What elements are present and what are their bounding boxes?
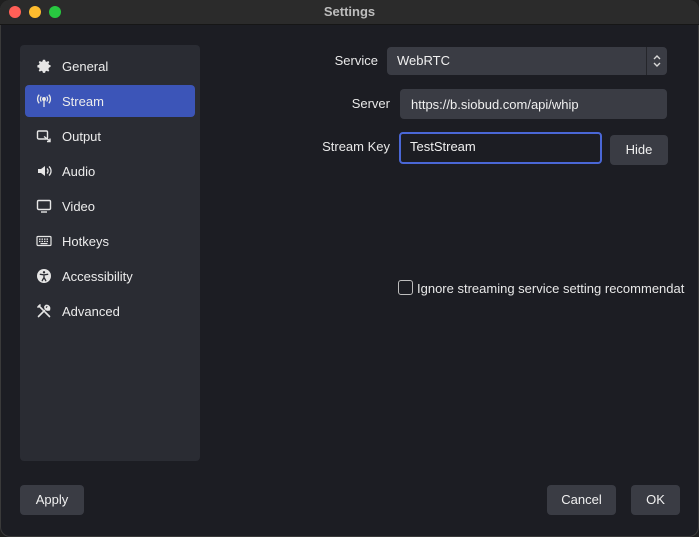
sidebar-item-accessibility[interactable]: Accessibility <box>25 260 195 292</box>
sidebar-item-label: Accessibility <box>62 268 133 284</box>
stream-key-label: Stream Key <box>322 139 390 154</box>
ignore-recommendations-label: Ignore streaming service setting recomme… <box>417 281 685 296</box>
title-bar: Settings <box>0 0 699 25</box>
accessibility-icon <box>35 267 53 285</box>
stream-key-input[interactable]: TestStream <box>399 132 602 164</box>
keyboard-icon <box>35 232 53 250</box>
sidebar-item-label: Hotkeys <box>62 233 109 249</box>
sidebar-item-label: Stream <box>62 93 104 109</box>
sidebar-item-advanced[interactable]: Advanced <box>25 295 195 327</box>
service-select[interactable]: WebRTC <box>387 47 667 75</box>
server-input[interactable]: https://b.siobud.com/api/whip <box>400 89 667 119</box>
server-label: Server <box>351 96 390 111</box>
service-value: WebRTC <box>397 53 450 68</box>
sidebar-item-output[interactable]: Output <box>25 120 195 152</box>
sidebar-item-hotkeys[interactable]: Hotkeys <box>25 225 195 257</box>
service-label: Service <box>334 53 378 68</box>
settings-sidebar: General Stream Output Audio Video Hotkey… <box>20 45 200 461</box>
ignore-recommendations-checkbox[interactable] <box>398 280 413 295</box>
antenna-icon <box>35 92 53 110</box>
cancel-button[interactable]: Cancel <box>547 485 616 515</box>
sidebar-item-general[interactable]: General <box>25 50 195 82</box>
tools-icon <box>35 302 53 320</box>
chevron-up-down-icon <box>646 47 667 75</box>
sidebar-item-label: Output <box>62 128 102 144</box>
ok-button[interactable]: OK <box>631 485 680 515</box>
sidebar-item-label: Video <box>62 198 96 214</box>
sidebar-item-video[interactable]: Video <box>25 190 195 222</box>
apply-button[interactable]: Apply <box>20 485 84 515</box>
sidebar-item-label: General <box>62 58 109 74</box>
window-title: Settings <box>323 4 376 19</box>
monitor-icon <box>35 197 53 215</box>
speaker-icon <box>35 162 53 180</box>
sidebar-item-stream[interactable]: Stream <box>25 85 195 117</box>
settings-window: Settings General Stream Output Audio Vid… <box>0 0 699 537</box>
hide-button[interactable]: Hide <box>610 135 668 165</box>
output-icon <box>35 127 53 145</box>
sidebar-item-audio[interactable]: Audio <box>25 155 195 187</box>
sidebar-item-label: Advanced <box>62 303 120 319</box>
sidebar-item-label: Audio <box>62 163 96 179</box>
gear-icon <box>35 57 53 75</box>
